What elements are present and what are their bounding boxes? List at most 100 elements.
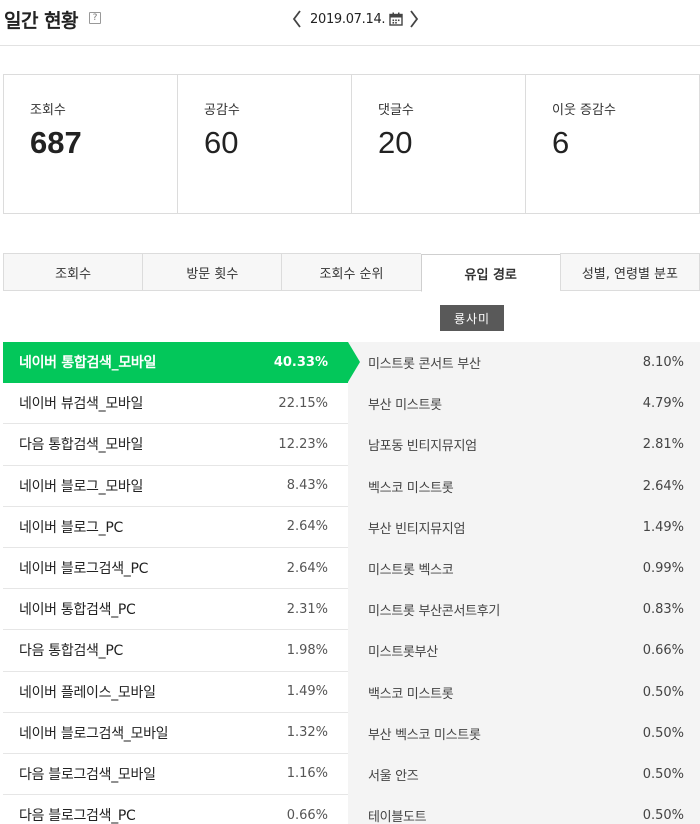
source-row[interactable]: 네이버 블로그_모바일 8.43% [3, 466, 348, 507]
source-label: 네이버 블로그_모바일 [19, 478, 144, 495]
watermark-label: 룡사미 [440, 305, 504, 331]
stat-value: 6 [552, 125, 570, 160]
stat-label: 이웃 증감수 [552, 103, 616, 118]
source-percent: 2.64% [286, 560, 328, 576]
keyword-label: 부산 미스트롯 [368, 398, 442, 414]
source-row[interactable]: 네이버 블로그검색_PC 2.64% [3, 548, 348, 590]
stat-value: 687 [30, 125, 82, 160]
keyword-panel: 미스트롯 콘서트 부산 8.10% 부산 미스트롯 4.79% 남포동 빈티지뮤지엄… [348, 342, 700, 824]
keyword-percent: 0.99% [642, 561, 684, 577]
keyword-label: 미스트롯 벡스코 [368, 563, 454, 579]
keyword-label: 서울 안즈 [368, 768, 419, 784]
page-header: 일간 현황 ? 2019.07.14. [0, 0, 700, 46]
stat-views: 조회수 687 [4, 75, 178, 213]
keyword-row: 부산 빈티지뮤지엄 1.49% [348, 507, 700, 548]
source-row[interactable]: 다음 통합검색_PC 1.98% [3, 630, 348, 672]
source-percent: 12.23% [278, 436, 328, 452]
tab-bar: 조회수 방문 횟수 조회수 순위 유입 경로 성별, 연령별 분포 [3, 253, 700, 292]
calendar-icon[interactable] [389, 12, 403, 26]
current-date: 2019.07.14. [310, 11, 386, 27]
keyword-percent: 2.64% [642, 478, 684, 494]
source-label: 네이버 블로그검색_PC [19, 561, 149, 578]
stat-value: 20 [378, 125, 413, 160]
source-row[interactable]: 네이버 플레이스_모바일 1.49% [3, 672, 348, 713]
keyword-row: 부산 벡스코 미스트롯 0.50% [348, 713, 700, 754]
source-row[interactable]: 네이버 뷰검색_모바일 22.15% [3, 383, 348, 425]
stat-label: 댓글수 [378, 103, 414, 118]
selected-row-pointer [348, 342, 360, 382]
tab-view-rank[interactable]: 조회수 순위 [281, 253, 421, 291]
tab-referrer[interactable]: 유입 경로 [420, 254, 560, 292]
keyword-percent: 0.66% [642, 643, 684, 659]
help-icon[interactable]: ? [89, 12, 101, 24]
keyword-row: 테이블도트 0.50% [348, 795, 700, 824]
source-label: 네이버 통합검색_PC [19, 602, 136, 619]
tab-visits[interactable]: 방문 횟수 [142, 253, 282, 291]
chevron-left-icon[interactable] [290, 8, 304, 30]
source-percent: 1.16% [286, 766, 328, 782]
source-row[interactable]: 다음 블로그검색_모바일 1.16% [3, 754, 348, 796]
keyword-percent: 0.83% [642, 602, 684, 618]
stat-neighbors: 이웃 증감수 6 [526, 75, 699, 213]
chevron-right-icon[interactable] [407, 8, 421, 30]
source-row[interactable]: 네이버 블로그검색_모바일 1.32% [3, 713, 348, 754]
tab-views[interactable]: 조회수 [3, 253, 143, 291]
stat-label: 조회수 [30, 103, 66, 118]
keyword-percent: 1.49% [642, 519, 684, 535]
source-row[interactable]: 네이버 통합검색_PC 2.31% [3, 589, 348, 631]
stat-label: 공감수 [204, 103, 240, 118]
keyword-row: 남포동 빈티지뮤지엄 2.81% [348, 424, 700, 465]
keyword-label: 부산 빈티지뮤지엄 [368, 521, 466, 537]
keyword-row: 백스코 미스트롯 0.50% [348, 672, 700, 713]
keyword-percent: 2.81% [642, 437, 684, 453]
keyword-label: 부산 벡스코 미스트롯 [368, 727, 481, 743]
date-navigator: 2019.07.14. [290, 8, 421, 30]
keyword-percent: 0.50% [642, 684, 684, 700]
stat-value: 60 [204, 125, 239, 160]
source-label: 네이버 플레이스_모바일 [19, 684, 156, 701]
source-label: 다음 통합검색_모바일 [19, 437, 144, 454]
referrer-list: 네이버 통합검색_모바일 40.33% 네이버 뷰검색_모바일 22.15% 다음 … [3, 342, 348, 824]
keyword-row: 미스트롯 콘서트 부산 8.10% [348, 342, 700, 383]
keyword-percent: 4.79% [642, 396, 684, 412]
keyword-row: 벡스코 미스트롯 2.64% [348, 466, 700, 507]
source-row[interactable]: 네이버 블로그_PC 2.64% [3, 507, 348, 548]
source-percent: 2.64% [286, 519, 328, 535]
stat-comments: 댓글수 20 [352, 75, 526, 213]
source-percent: 40.33% [273, 354, 328, 370]
keyword-percent: 8.10% [642, 355, 684, 371]
source-label: 다음 통합검색_PC [19, 643, 123, 660]
source-percent: 8.43% [286, 478, 328, 494]
source-label: 다음 블로그검색_모바일 [19, 766, 156, 783]
source-percent: 1.49% [286, 684, 328, 700]
keyword-percent: 0.50% [642, 766, 684, 782]
source-percent: 0.66% [286, 807, 328, 823]
keyword-label: 미스트롯 부산콘서트후기 [368, 604, 501, 620]
keyword-label: 남포동 빈티지뮤지엄 [368, 439, 477, 455]
source-label: 네이버 블로그검색_모바일 [19, 725, 169, 742]
keyword-row: 미스트롯 벡스코 0.99% [348, 548, 700, 589]
source-label: 네이버 뷰검색_모바일 [19, 396, 144, 413]
keyword-label: 벡스코 미스트롯 [368, 480, 454, 496]
source-label: 네이버 통합검색_모바일 [19, 355, 157, 372]
keyword-label: 백스코 미스트롯 [368, 686, 454, 702]
keyword-percent: 0.50% [642, 808, 684, 824]
source-percent: 1.32% [286, 725, 328, 741]
source-label: 네이버 블로그_PC [19, 519, 123, 536]
tab-demographics[interactable]: 성별, 연령별 분포 [559, 253, 700, 291]
keyword-label: 미스트롯부산 [368, 645, 438, 661]
source-label: 다음 블로그검색_PC [19, 808, 136, 824]
keyword-row: 미스트롯부산 0.66% [348, 630, 700, 671]
stat-likes: 공감수 60 [178, 75, 352, 213]
keyword-row: 미스트롯 부산콘서트후기 0.83% [348, 589, 700, 630]
source-percent: 2.31% [286, 601, 328, 617]
source-row-selected[interactable]: 네이버 통합검색_모바일 40.33% [3, 342, 348, 384]
source-percent: 1.98% [286, 642, 328, 658]
source-percent: 22.15% [278, 395, 328, 411]
keyword-percent: 0.50% [642, 725, 684, 741]
source-row[interactable]: 다음 통합검색_모바일 12.23% [3, 424, 348, 466]
keyword-row: 서울 안즈 0.50% [348, 754, 700, 795]
keyword-row: 부산 미스트롯 4.79% [348, 383, 700, 424]
source-row[interactable]: 다음 블로그검색_PC 0.66% [3, 795, 348, 824]
stats-summary: 조회수 687 공감수 60 댓글수 20 이웃 증감수 6 [3, 74, 700, 214]
